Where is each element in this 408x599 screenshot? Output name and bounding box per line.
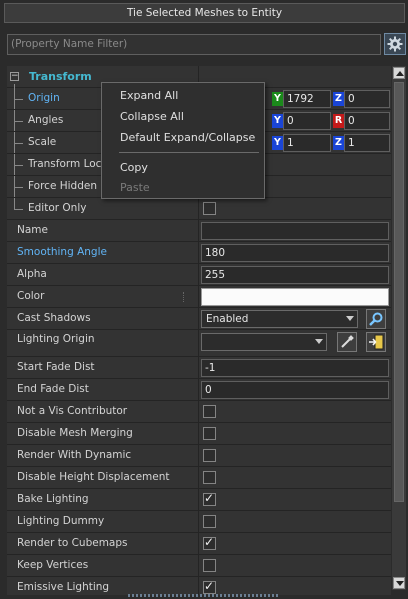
row-not-vis-contributor[interactable]: Not a Vis Contributor [7,401,391,423]
start-fade-dist-input[interactable]: -1 [201,359,389,377]
keep-vertices-checkbox[interactable] [203,559,216,572]
goto-entity-button[interactable] [366,332,386,352]
row-lighting-dummy[interactable]: Lighting Dummy [7,511,391,533]
cast-shadows-dropdown[interactable]: Enabled [201,310,358,328]
origin-z-input[interactable]: 0 [344,90,390,108]
menu-separator [119,152,259,153]
chevron-down-icon [315,339,323,344]
browse-button[interactable] [366,309,386,329]
checkbox-label: Emissive Lighting [7,577,199,595]
emissive-lighting-checkbox[interactable] [203,579,216,594]
row-color[interactable]: Color [7,286,391,308]
resize-grip[interactable] [128,594,278,597]
not-vis-contributor-checkbox[interactable] [203,405,216,418]
row-cast-shadows[interactable]: Cast Shadows Enabled [7,308,391,330]
z-axis-badge: Z [333,92,344,106]
angles-r-input[interactable]: 0 [344,112,390,130]
checkbox-label: Lighting Dummy [7,511,199,532]
row-disable-mesh-merging[interactable]: Disable Mesh Merging [7,423,391,445]
row-end-fade-dist[interactable]: End Fade Dist 0 [7,379,391,401]
menu-item-copy[interactable]: Copy [103,158,263,178]
cast-shadows-label: Cast Shadows [7,308,199,329]
color-label: Color [7,286,199,307]
row-editor-only[interactable]: Editor Only [7,198,391,220]
row-emissive-lighting[interactable]: Emissive Lighting [7,577,391,595]
lighting-dummy-checkbox[interactable] [203,515,216,528]
cast-shadows-value: Enabled [206,313,249,325]
y-axis-badge: Y [272,136,283,150]
scale-y-input[interactable]: 1 [283,134,331,152]
origin-y-input[interactable]: 1792 [283,90,331,108]
row-keep-vertices[interactable]: Keep Vertices [7,555,391,577]
scroll-thumb[interactable] [394,82,404,502]
menu-item-collapse-all[interactable]: Collapse All [103,107,263,127]
row-name[interactable]: Name [7,220,391,242]
checkbox-label: Render to Cubemaps [7,533,199,554]
scale-z-input[interactable]: 1 [344,134,390,152]
color-swatch[interactable] [201,288,389,306]
disable-height-displacement-checkbox[interactable] [203,471,216,484]
name-label: Name [7,220,199,241]
r-axis-badge: R [333,114,344,128]
magnifier-icon [369,312,383,326]
end-fade-dist-label: End Fade Dist [7,379,199,400]
checkbox-label: Keep Vertices [7,555,199,576]
row-bake-lighting[interactable]: Bake Lighting [7,489,391,511]
bake-lighting-checkbox[interactable] [203,491,216,506]
name-input[interactable] [201,222,389,240]
checkbox-label: Bake Lighting [7,489,199,510]
editor-only-label: Editor Only [7,198,199,219]
checkbox-label: Disable Mesh Merging [7,423,199,444]
alpha-input[interactable]: 255 [201,266,389,284]
resize-grip-icon[interactable] [183,292,186,302]
smoothing-angle-label: Smoothing Angle [7,242,199,263]
checkbox-label: Disable Height Displacement [7,467,199,488]
menu-item-paste: Paste [120,181,150,194]
lighting-origin-label: Lighting Origin [7,330,199,356]
row-disable-height-displacement[interactable]: Disable Height Displacement [7,467,391,489]
property-filter-input[interactable]: (Property Name Filter) [7,34,381,55]
alpha-label: Alpha [7,264,199,285]
vertical-scrollbar[interactable] [392,66,406,590]
lighting-origin-dropdown[interactable] [201,333,327,351]
entity-goto-icon [369,334,384,350]
row-start-fade-dist[interactable]: Start Fade Dist -1 [7,357,391,379]
menu-item-expand-all[interactable]: Expand All [103,86,263,106]
tie-meshes-button[interactable]: Tie Selected Meshes to Entity [4,3,405,23]
disable-mesh-merging-checkbox[interactable] [203,427,216,440]
checkbox-label: Render With Dynamic [7,445,199,466]
editor-only-checkbox[interactable] [203,202,216,215]
z-axis-badge: Z [333,136,344,150]
row-alpha[interactable]: Alpha 255 [7,264,391,286]
chevron-down-icon [346,316,354,321]
row-render-to-cubemaps[interactable]: Render to Cubemaps [7,533,391,555]
pick-entity-button[interactable] [337,332,357,352]
checkbox-label: Not a Vis Contributor [7,401,199,422]
angles-y-input[interactable]: 0 [283,112,331,130]
gear-icon [387,36,403,52]
menu-item-default-expand[interactable]: Default Expand/Collapse [103,128,263,148]
context-menu: Expand All Collapse All Default Expand/C… [101,82,265,199]
row-smoothing-angle[interactable]: Smoothing Angle 180 [7,242,391,264]
render-to-cubemaps-checkbox[interactable] [203,535,216,550]
row-lighting-origin[interactable]: Lighting Origin [7,330,391,357]
render-with-dynamic-checkbox[interactable] [203,449,216,462]
row-render-with-dynamic[interactable]: Render With Dynamic [7,445,391,467]
y-axis-badge: Y [272,114,283,128]
scroll-down-icon[interactable] [393,577,405,589]
end-fade-dist-input[interactable]: 0 [201,381,389,399]
start-fade-dist-label: Start Fade Dist [7,357,199,378]
filter-options-button[interactable] [384,33,406,55]
smoothing-angle-input[interactable]: 180 [201,244,389,262]
scroll-up-icon[interactable] [393,67,405,79]
y-axis-badge: Y [272,92,283,106]
eyedropper-icon [341,335,354,348]
